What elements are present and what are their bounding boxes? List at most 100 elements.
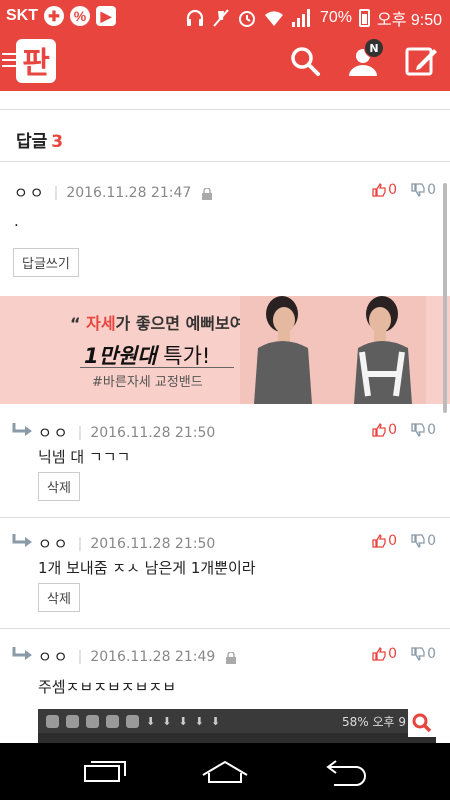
thumbs-down-icon (411, 534, 425, 548)
alarm-icon (238, 11, 255, 27)
dislike-count: 0 (427, 182, 436, 198)
thumbs-up-icon (372, 647, 386, 661)
thumbs-down-icon (411, 183, 425, 197)
embedded-status-bar: ⬇ ⬇ ⬇ ⬇ ⬇ 58% 오후 9 (38, 709, 436, 733)
plus-icon: ✚ (44, 6, 64, 26)
reply-arrow-icon (12, 534, 32, 547)
comment-body: . (14, 212, 19, 230)
app-bar-actions: N (288, 38, 438, 78)
download-icon: ⬇ (210, 714, 221, 728)
like-count: 0 (388, 182, 398, 198)
status-left: SKT ✚ % ▶ (6, 6, 116, 26)
delete-button[interactable]: 삭제 (38, 583, 80, 612)
like-button[interactable]: 0 (372, 182, 397, 198)
dislike-button[interactable]: 0 (411, 182, 436, 198)
ad-headline: 1만원대 특가! (84, 340, 210, 370)
write-icon[interactable] (404, 44, 438, 78)
app-icon (86, 714, 99, 728)
like-count: 0 (388, 422, 398, 438)
carrier-label: SKT (6, 7, 38, 24)
comment-datetime: 2016.11.28 21:50 (90, 535, 216, 552)
ad-banner[interactable]: “ 자세가 좋으면 예뻐보여 ” 1만원대 특가! #바른자세 교정밴드 (0, 296, 450, 404)
status-bar: SKT ✚ % ▶ 70% 오후 9:50 (0, 0, 450, 33)
separator: | (77, 424, 83, 441)
divider (0, 161, 450, 162)
content-area[interactable]: 답글 3 ㅇㅇ | 2016.11.28 21:47 0 0 . 답글쓰기 “ 자… (0, 91, 450, 743)
separator: | (77, 648, 83, 665)
dislike-count: 0 (427, 422, 436, 438)
wifi-icon (264, 11, 283, 26)
search-icon (408, 709, 436, 737)
scroll-indicator[interactable] (443, 183, 447, 413)
navigation-bar (0, 743, 450, 800)
embedded-status-text: 58% 오후 9 (341, 714, 406, 729)
comment-votes: 0 0 (372, 422, 436, 438)
search-icon[interactable] (288, 44, 322, 78)
battery-icon (358, 9, 370, 27)
divider (0, 517, 450, 518)
app-icon (126, 714, 139, 728)
write-reply-button[interactable]: 답글쓰기 (13, 248, 79, 277)
like-count: 0 (388, 533, 398, 549)
home-icon[interactable] (200, 757, 250, 787)
dislike-button[interactable]: 0 (411, 422, 436, 438)
comment-author: ㅇㅇ (38, 535, 70, 553)
like-button[interactable]: 0 (372, 646, 397, 662)
thumbs-down-icon (411, 423, 425, 437)
status-right: 70% 오후 9:50 (185, 6, 442, 30)
reply-arrow-icon (12, 647, 32, 660)
comment-author: ㅇㅇ (38, 424, 70, 442)
clock: 오후 9:50 (376, 12, 442, 29)
comment-body: 주셈ㅈㅂㅈㅂㅈㅂㅈㅂ (38, 678, 177, 696)
signal-icon (291, 9, 310, 27)
comment-datetime: 2016.11.28 21:47 (66, 184, 192, 201)
ad-product-photo (240, 296, 426, 404)
comment-body: 1개 보내줌 ㅈㅅ 남은게 1개뿐이라 (38, 559, 256, 577)
menu-icon[interactable] (2, 53, 16, 71)
delete-button[interactable]: 삭제 (38, 472, 80, 501)
comment-body: 닉넴 대 ㄱㄱㄱ (38, 448, 131, 466)
ad-quote-highlight: 자세 (86, 314, 116, 333)
ad-quote-open: “ (70, 314, 81, 333)
dislike-button[interactable]: 0 (411, 533, 436, 549)
ad-quote: “ 자세가 좋으면 예뻐보여 ” (70, 310, 261, 334)
ad-hashtag: #바른자세 교정밴드 (92, 375, 203, 390)
comment-meta: ㅇㅇ | 2016.11.28 21:49 (38, 646, 237, 667)
thumbs-down-icon (411, 647, 425, 661)
like-button[interactable]: 0 (372, 422, 397, 438)
dislike-count: 0 (427, 646, 436, 662)
app-bar: 판 N (0, 33, 450, 91)
play-icon: ▶ (96, 6, 116, 26)
comment-votes: 0 0 (372, 182, 436, 198)
comment-meta: ㅇㅇ | 2016.11.28 21:50 (38, 422, 215, 443)
comment-meta: ㅇㅇ | 2016.11.28 21:50 (38, 533, 215, 554)
dislike-button[interactable]: 0 (411, 646, 436, 662)
back-icon[interactable] (322, 757, 372, 787)
thumbs-up-icon (372, 534, 386, 548)
thumbs-up-icon (372, 183, 386, 197)
lock-icon (202, 187, 213, 200)
comment-votes: 0 0 (372, 646, 436, 662)
like-count: 0 (388, 646, 398, 662)
app-icon (66, 714, 79, 728)
download-icon: ⬇ (162, 714, 172, 728)
ad-headline-rest: 특가! (156, 344, 211, 368)
profile-button[interactable]: N (346, 38, 384, 78)
like-button[interactable]: 0 (372, 533, 397, 549)
comment-datetime: 2016.11.28 21:49 (90, 648, 216, 665)
replies-header: 답글 3 (16, 127, 63, 152)
attached-image[interactable]: ⬇ ⬇ ⬇ ⬇ ⬇ 58% 오후 9 (38, 709, 436, 743)
ad-underline (80, 367, 234, 368)
separator: | (53, 184, 59, 201)
divider (0, 109, 450, 110)
recent-apps-icon[interactable] (80, 757, 130, 787)
download-icon: ⬇ (194, 714, 204, 728)
replies-count: 3 (51, 132, 64, 152)
comment-author: ㅇㅇ (38, 648, 70, 666)
pann-logo[interactable]: 판 (16, 39, 56, 83)
thumbs-up-icon (372, 423, 386, 437)
percent-icon: % (70, 6, 90, 26)
ad-quote-rest: 가 좋으면 예뻐보여 (115, 314, 245, 333)
app-icon (46, 714, 59, 728)
comment-meta: ㅇㅇ | 2016.11.28 21:47 (14, 182, 213, 203)
